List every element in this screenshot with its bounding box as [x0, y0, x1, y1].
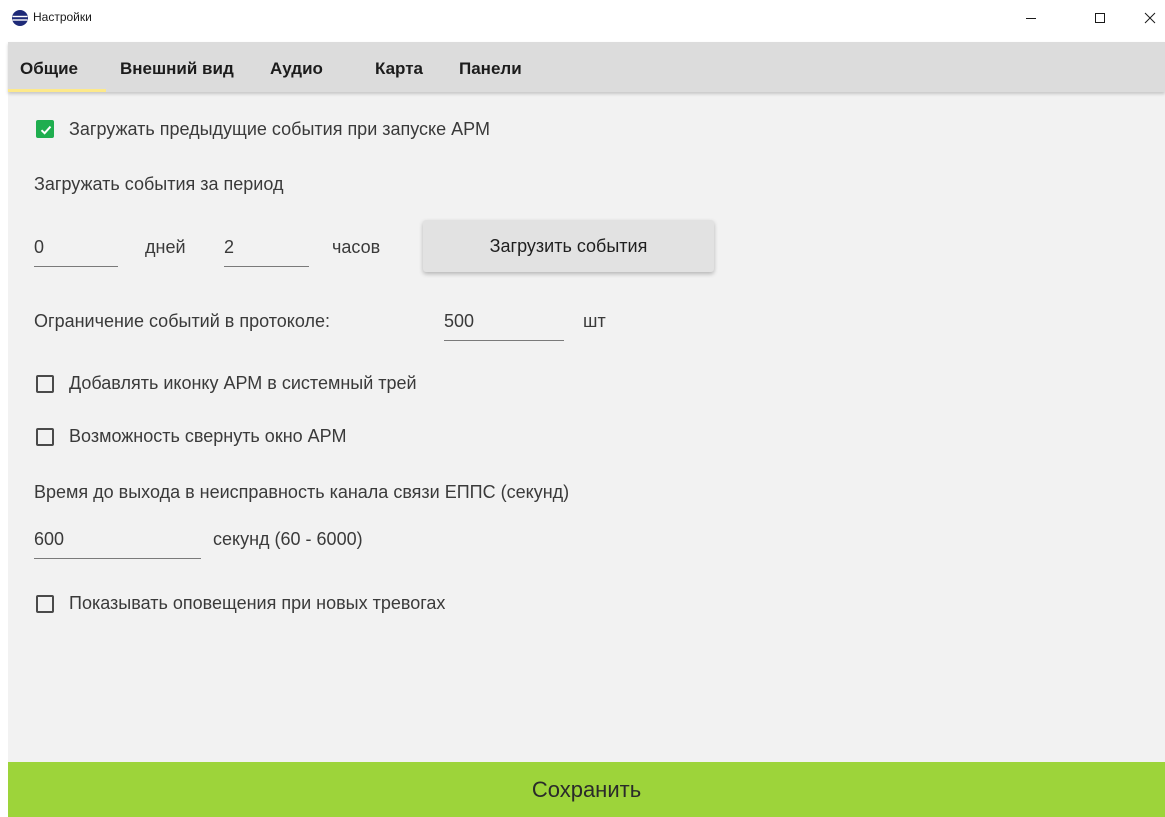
days-unit-label: дней [145, 237, 186, 257]
limit-input[interactable]: 500 [444, 305, 564, 341]
load-period-label: Загружать события за период [34, 174, 284, 194]
tab-map[interactable]: Карта [375, 59, 423, 79]
timeout-input[interactable]: 600 [34, 523, 201, 559]
notifications-checkbox[interactable] [36, 595, 54, 613]
tab-general[interactable]: Общие [20, 59, 78, 79]
tray-icon-checkbox[interactable] [36, 375, 54, 393]
minimize-button[interactable] [1008, 0, 1054, 36]
settings-window: Настройки Общие Внешний вид Аудио Карта … [0, 0, 1165, 817]
tab-audio[interactable]: Аудио [270, 59, 323, 79]
load-previous-checkbox[interactable] [36, 120, 54, 138]
tray-icon-label: Добавлять иконку АРМ в системный трей [69, 373, 417, 393]
hours-input[interactable]: 2 [224, 231, 309, 267]
load-previous-label: Загружать предыдущие события при запуске… [69, 119, 490, 139]
hours-unit-label: часов [332, 237, 381, 257]
minimize-icon [1026, 18, 1036, 19]
limit-label: Ограничение событий в протоколе: [34, 311, 330, 331]
timeout-unit-label: секунд (60 - 6000) [213, 529, 363, 549]
tab-bar: Общие Внешний вид Аудио Карта Панели [8, 42, 1165, 92]
title-bar: Настройки [0, 0, 1165, 36]
tab-panels[interactable]: Панели [459, 59, 522, 79]
limit-unit-label: шт [583, 311, 606, 331]
close-button[interactable] [1127, 0, 1165, 36]
close-icon [1144, 12, 1156, 24]
checkmark-icon [40, 125, 52, 135]
maximize-button[interactable] [1077, 0, 1123, 36]
settings-pane: Общие Внешний вид Аудио Карта Панели Заг… [8, 42, 1165, 817]
active-tab-indicator [8, 89, 106, 92]
tab-appearance[interactable]: Внешний вид [120, 59, 234, 79]
load-events-button[interactable]: Загрузить события [423, 220, 714, 272]
minimize-window-label: Возможность свернуть окно АРМ [69, 426, 347, 446]
notifications-label: Показывать оповещения при новых тревогах [69, 593, 446, 613]
minimize-window-checkbox[interactable] [36, 428, 54, 446]
timeout-label: Время до выхода в неисправность канала с… [34, 482, 570, 502]
window-title: Настройки [33, 10, 92, 24]
days-input[interactable]: 0 [34, 231, 118, 267]
save-button[interactable]: Сохранить [8, 762, 1165, 817]
globe-app-icon [11, 9, 29, 27]
maximize-icon [1095, 13, 1105, 23]
